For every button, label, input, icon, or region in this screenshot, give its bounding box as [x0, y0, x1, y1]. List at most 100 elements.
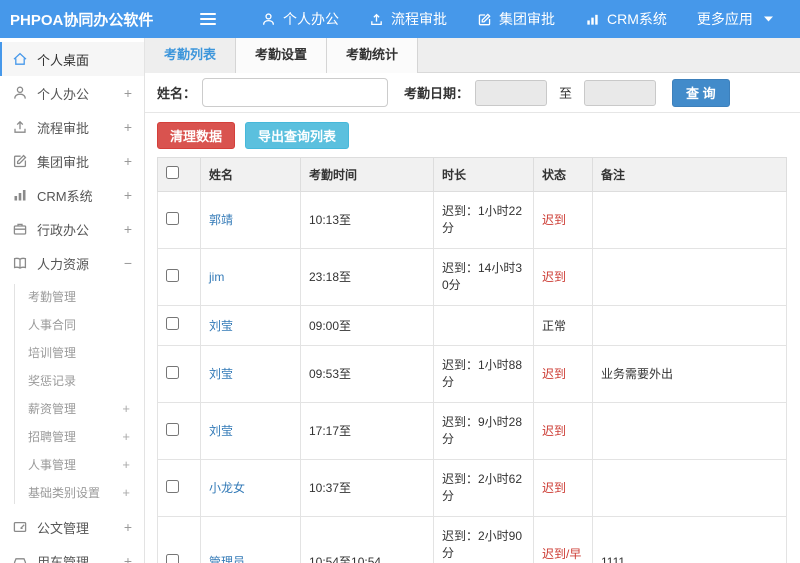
- export-list-button[interactable]: 导出查询列表: [245, 121, 350, 149]
- expand-toggle[interactable]: +: [122, 485, 130, 500]
- row-checkbox[interactable]: [166, 211, 179, 225]
- row-checkbox[interactable]: [166, 479, 179, 493]
- employee-name-link[interactable]: 管理员: [209, 555, 245, 563]
- expand-toggle[interactable]: +: [124, 187, 132, 203]
- sidebar-item-personnel-management[interactable]: 人事管理 +: [0, 450, 144, 478]
- table-row: 刘莹 17:17至 迟到：9小时28分 迟到: [157, 402, 787, 460]
- menu-toggle-icon[interactable]: [200, 13, 216, 25]
- remark-cell: [592, 402, 787, 460]
- status-badge: 迟到/早退: [533, 516, 593, 563]
- employee-name-link[interactable]: 小龙女: [209, 481, 245, 495]
- sidebar-subitem-label: 考勤管理: [28, 289, 77, 304]
- sidebar-item-hr-contract[interactable]: 人事合同: [0, 310, 144, 338]
- sidebar-subitem-label: 人事管理: [28, 457, 77, 472]
- status-badge: 正常: [533, 305, 593, 346]
- employee-name-link[interactable]: jim: [209, 270, 224, 284]
- sidebar-item-reward-punishment[interactable]: 奖惩记录: [0, 366, 144, 394]
- topnav-personal-office[interactable]: 个人办公: [246, 0, 354, 38]
- sidebar-item-admin-office[interactable]: 行政办公 +: [0, 212, 144, 246]
- app-logo: PHPOA协同办公软件: [10, 11, 154, 29]
- search-button[interactable]: 查 询: [672, 78, 730, 107]
- sidebar-item-group-approval[interactable]: 集团审批 +: [0, 144, 144, 178]
- clean-data-button[interactable]: 清理数据: [157, 121, 236, 149]
- expand-toggle[interactable]: +: [122, 457, 130, 472]
- topnav-group-approval[interactable]: 集团审批: [462, 0, 570, 38]
- status-badge: 迟到: [533, 459, 593, 517]
- sidebar-item-training-management[interactable]: 培训管理: [0, 338, 144, 366]
- employee-name-link[interactable]: 郭靖: [209, 213, 233, 227]
- sidebar-item-personal-office[interactable]: 个人办公 +: [0, 76, 144, 110]
- expand-toggle[interactable]: +: [124, 119, 132, 135]
- remark-cell: [592, 191, 787, 249]
- expand-toggle[interactable]: +: [124, 553, 132, 563]
- edit-icon: [12, 153, 28, 169]
- expand-toggle[interactable]: +: [124, 85, 132, 101]
- hr-submenu: 考勤管理 人事合同 培训管理 奖惩记录 薪资管理 + 招聘管理 + 人事管理 +…: [0, 280, 144, 510]
- expand-toggle[interactable]: +: [124, 221, 132, 237]
- expand-toggle[interactable]: +: [122, 401, 130, 416]
- chart-icon: [585, 12, 600, 27]
- expand-toggle[interactable]: +: [124, 519, 132, 535]
- attendance-time: 10:13至: [300, 191, 434, 249]
- document-icon: [12, 519, 28, 535]
- topnav-label: CRM系统: [607, 11, 667, 27]
- expand-toggle[interactable]: +: [122, 429, 130, 444]
- date-to-input[interactable]: [584, 79, 657, 106]
- flow-icon: [12, 119, 28, 135]
- remark-cell: 业务需要外出: [592, 345, 787, 403]
- attendance-time: 10:54至10:54: [300, 516, 434, 563]
- col-status: 状态: [533, 157, 593, 192]
- sidebar-subitem-label: 人事合同: [28, 317, 77, 332]
- row-checkbox[interactable]: [166, 317, 179, 330]
- sidebar-item-label: 集团审批: [37, 154, 90, 170]
- car-icon: [12, 553, 28, 563]
- row-checkbox[interactable]: [166, 553, 179, 563]
- sidebar-item-document-management[interactable]: 公文管理 +: [0, 510, 144, 544]
- tab-attendance-list[interactable]: 考勤列表: [145, 38, 237, 73]
- sidebar-subitem-label: 薪资管理: [28, 401, 77, 416]
- collapse-toggle[interactable]: −: [124, 255, 132, 271]
- duration-cell: 迟到：1小时22分: [433, 191, 534, 249]
- col-duration: 时长: [433, 157, 534, 192]
- expand-toggle[interactable]: +: [124, 153, 132, 169]
- col-time: 考勤时间: [300, 157, 434, 192]
- tab-attendance-stats[interactable]: 考勤统计: [327, 38, 419, 73]
- filter-row: 姓名： 考勤日期： 至 查 询: [145, 73, 800, 113]
- sidebar-item-workflow-approval[interactable]: 流程审批 +: [0, 110, 144, 144]
- topnav-more-apps[interactable]: 更多应用: [682, 0, 788, 38]
- sidebar-item-personal-desktop[interactable]: 个人桌面: [0, 42, 144, 76]
- tab-attendance-settings[interactable]: 考勤设置: [236, 38, 328, 73]
- user-icon: [12, 85, 28, 101]
- table-row: 郭靖 10:13至 迟到：1小时22分 迟到: [157, 191, 787, 249]
- sidebar-item-label: 人力资源: [37, 256, 90, 272]
- topnav-label: 更多应用: [696, 11, 753, 27]
- topnav-workflow-approval[interactable]: 流程审批: [354, 0, 462, 38]
- topnav-crm-system[interactable]: CRM系统: [570, 0, 682, 38]
- flow-icon: [369, 12, 384, 27]
- date-label: 考勤日期：: [404, 86, 470, 101]
- sidebar-item-label: 个人办公: [37, 86, 90, 102]
- status-badge: 迟到: [533, 345, 593, 403]
- sidebar-item-crm-system[interactable]: CRM系统 +: [0, 178, 144, 212]
- row-checkbox[interactable]: [166, 422, 179, 436]
- sidebar-subitem-label: 招聘管理: [28, 429, 77, 444]
- duration-cell: 迟到：2小时62分: [433, 459, 534, 517]
- content-area: 考勤列表 考勤设置 考勤统计 姓名： 考勤日期： 至 查 询 清理数据 导出查询…: [145, 38, 800, 563]
- name-input[interactable]: [202, 78, 389, 107]
- employee-name-link[interactable]: 刘莹: [209, 424, 233, 438]
- sidebar-item-base-category-settings[interactable]: 基础类别设置 +: [0, 478, 144, 506]
- sidebar-item-vehicle-management[interactable]: 用车管理 +: [0, 544, 144, 563]
- sidebar-item-salary-management[interactable]: 薪资管理 +: [0, 394, 144, 422]
- row-checkbox[interactable]: [166, 365, 179, 379]
- topnav-label: 流程审批: [391, 11, 447, 27]
- employee-name-link[interactable]: 刘莹: [209, 319, 233, 333]
- table-row: 刘莹 09:00至 正常: [157, 305, 787, 346]
- date-from-input[interactable]: [475, 79, 548, 106]
- select-all-checkbox[interactable]: [166, 166, 179, 179]
- sidebar-item-human-resources[interactable]: 人力资源 −: [0, 246, 144, 280]
- sidebar-item-recruitment-management[interactable]: 招聘管理 +: [0, 422, 144, 450]
- employee-name-link[interactable]: 刘莹: [209, 367, 233, 381]
- sidebar-item-attendance-management[interactable]: 考勤管理: [0, 282, 144, 310]
- row-checkbox[interactable]: [166, 268, 179, 282]
- briefcase-icon: [12, 221, 28, 237]
